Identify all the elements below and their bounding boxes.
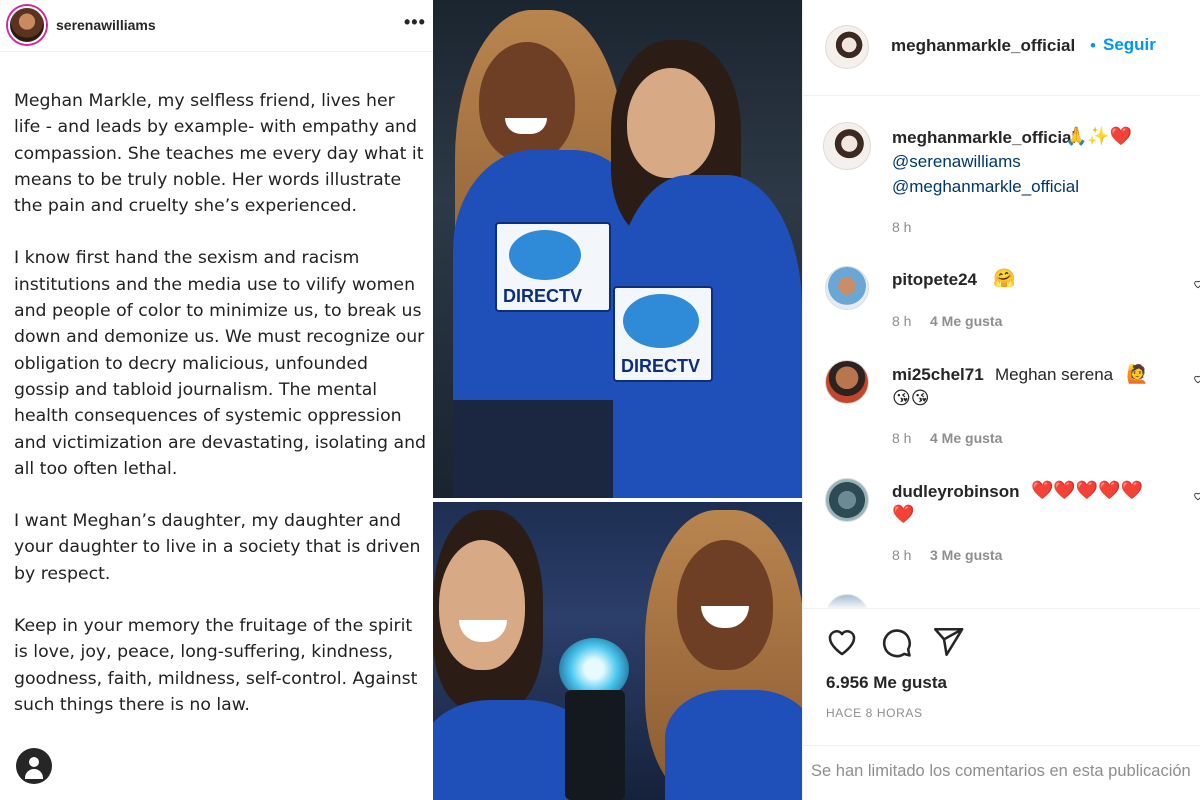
statement-paragraph-4: Keep in your memory the fruitage of the … <box>14 616 418 715</box>
post-header: meghanmarkle_official • Seguir <box>803 0 1200 96</box>
post-actions: 6.956 Me gusta HACE 8 HORAS Se han limit… <box>803 608 1200 800</box>
photo-divider <box>433 498 802 502</box>
serena-post: serenawilliams ••• Meghan Markle, my sel… <box>0 0 433 800</box>
directv-logo-right: DIRECTV <box>613 286 713 382</box>
share-icon[interactable] <box>931 625 965 659</box>
statement-paragraph-2: I know first hand the sexism and racism … <box>14 248 426 479</box>
serena-avatar[interactable] <box>8 6 46 44</box>
header-dot: • <box>1090 36 1096 55</box>
posted-ago[interactable]: HACE 8 HORAS <box>826 706 923 720</box>
caption-time[interactable]: 8 h <box>892 219 911 235</box>
serena-post-header: serenawilliams ••• <box>0 0 433 52</box>
likes-count[interactable]: 6.956 Me gusta <box>826 673 947 693</box>
statement-paragraph-1: Meghan Markle, my selfless friend, lives… <box>14 91 424 217</box>
comment-time[interactable]: 8 h <box>892 547 911 563</box>
caption-avatar[interactable] <box>823 122 871 170</box>
caption-emoji: 🙏✨❤️ <box>1065 126 1133 146</box>
comment-emoji: 🤗 <box>993 268 1016 288</box>
comment-avatar[interactable] <box>825 478 869 522</box>
directv-logo-left: DIRECTV <box>495 222 611 312</box>
comment-likes[interactable]: 4 Me gusta <box>930 313 1002 329</box>
comment-time[interactable]: 8 h <box>892 313 911 329</box>
comment-username[interactable]: dudleyrobinson <box>892 482 1020 502</box>
comment-username[interactable]: pitopete24 <box>892 270 977 290</box>
screenshot-frame: serenawilliams ••• Meghan Markle, my sel… <box>0 0 1200 800</box>
comments-limited-text: Se han limitado los comentarios en esta … <box>811 762 1191 780</box>
header-username[interactable]: meghanmarkle_official <box>891 36 1075 56</box>
comment-avatar[interactable] <box>825 266 869 310</box>
comments-limited-notice: Se han limitado los comentarios en esta … <box>803 745 1200 800</box>
serena-statement: Meghan Markle, my selfless friend, lives… <box>14 88 426 744</box>
instagram-side-panel: meghanmarkle_official • Seguir meghanmar… <box>802 0 1200 800</box>
more-options-icon[interactable]: ••• <box>404 12 426 33</box>
comment-avatar[interactable] <box>825 360 869 404</box>
photo-bottom <box>433 500 802 800</box>
comment-likes[interactable]: 3 Me gusta <box>930 547 1002 563</box>
meghan-avatar[interactable] <box>825 25 869 69</box>
comment-emoji: ❤️❤️❤️❤️❤️ <box>1031 480 1144 500</box>
comment-text: Meghan serena <box>995 365 1114 384</box>
comment-time[interactable]: 8 h <box>892 430 911 446</box>
user-icon[interactable] <box>16 748 52 784</box>
caption-username[interactable]: meghanmarkle_official <box>892 128 1076 148</box>
mention-meghanmarkle[interactable]: @meghanmarkle_official <box>892 177 1079 197</box>
comment-emoji: 🙋 <box>1126 364 1149 384</box>
comment-like-heart-icon[interactable] <box>1193 373 1200 385</box>
photo-top: DIRECTV DIRECTV <box>433 0 802 500</box>
mention-serenawilliams[interactable]: @serenawilliams <box>892 152 1021 172</box>
comment-likes[interactable]: 4 Me gusta <box>930 430 1002 446</box>
serena-username[interactable]: serenawilliams <box>56 17 156 33</box>
statement-paragraph-3: I want Meghan’s daughter, my daughter an… <box>14 511 421 584</box>
comment-icon[interactable] <box>879 625 913 659</box>
comment-like-heart-icon[interactable] <box>1193 278 1200 290</box>
follow-button[interactable]: Seguir <box>1103 35 1156 55</box>
comments-fade <box>803 590 1200 610</box>
heart-icon[interactable] <box>825 625 859 659</box>
comment-username[interactable]: mi25chel71 <box>892 365 984 385</box>
comment-emoji-line2: 😘😘 <box>892 388 930 408</box>
comment-emoji-line2: ❤️ <box>892 504 915 524</box>
comment-like-heart-icon[interactable] <box>1193 490 1200 502</box>
